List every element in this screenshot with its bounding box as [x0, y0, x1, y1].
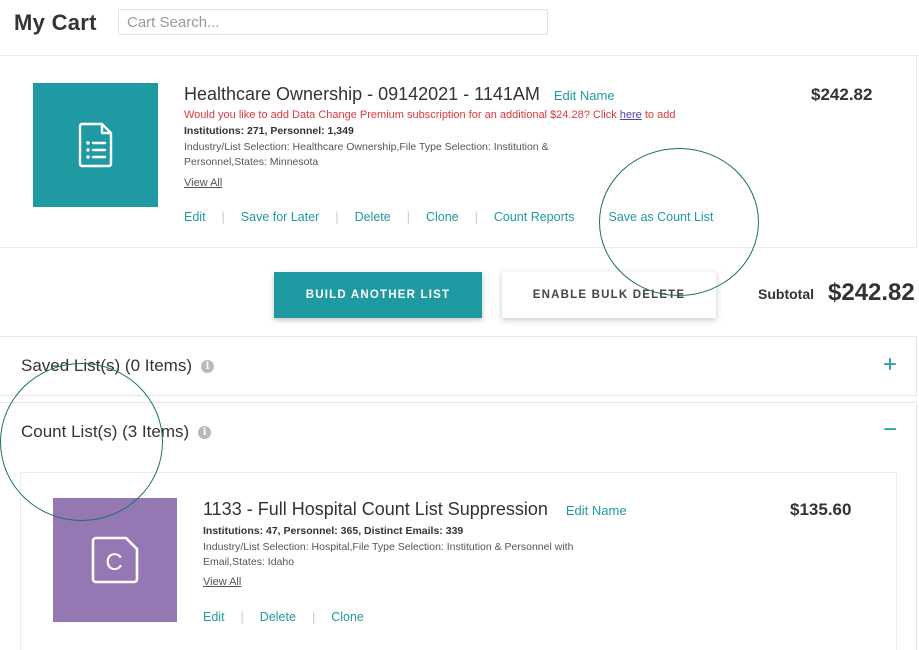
separator: | [311, 610, 316, 624]
enable-bulk-delete-button[interactable]: ENABLE BULK DELETE [502, 272, 716, 318]
edit-link[interactable]: Edit [203, 610, 225, 624]
count-reports-link[interactable]: Count Reports [494, 210, 575, 224]
cart-item-price: $242.82 [811, 85, 873, 104]
count-item-title: 1133 - Full Hospital Count List Suppress… [203, 499, 627, 520]
count-list-c-icon: C [91, 536, 139, 584]
cart-item-title-text: Healthcare Ownership - 09142021 - 1141AM [184, 84, 540, 104]
count-lists-heading[interactable]: Count List(s) (3 Items) i [21, 422, 212, 442]
separator: | [335, 210, 339, 224]
cart-item-actions: Edit | Save for Later | Delete | Clone |… [184, 210, 713, 224]
view-all-link[interactable]: View All [184, 177, 222, 189]
count-lists-title: Count List(s) (3 Items) [21, 422, 190, 441]
clone-link[interactable]: Clone [426, 210, 459, 224]
separator: | [406, 210, 410, 224]
build-another-list-button[interactable]: BUILD ANOTHER LIST [274, 272, 482, 318]
promo-here-link[interactable]: here [620, 109, 642, 121]
edit-link[interactable]: Edit [184, 210, 206, 224]
saved-lists-section[interactable]: Saved List(s) (0 Items) i + [0, 336, 917, 396]
save-for-later-link[interactable]: Save for Later [241, 210, 320, 224]
edit-name-link[interactable]: Edit Name [566, 503, 627, 518]
collapse-minus-icon[interactable]: − [883, 418, 897, 442]
info-icon[interactable]: i [201, 359, 214, 373]
count-item-thumbnail: C [53, 498, 177, 622]
view-all-link[interactable]: View All [203, 576, 241, 588]
count-item-price: $135.60 [790, 500, 852, 519]
premium-promo: Would you like to add Data Change Premiu… [184, 109, 675, 121]
delete-link[interactable]: Delete [355, 210, 391, 224]
count-item-title-text: 1133 - Full Hospital Count List Suppress… [203, 499, 548, 519]
subtotal-label: Subtotal [758, 286, 814, 302]
clone-link[interactable]: Clone [331, 610, 364, 624]
promo-suffix: to add [641, 109, 676, 121]
edit-name-link[interactable]: Edit Name [554, 88, 615, 103]
separator: | [240, 610, 244, 624]
info-icon[interactable]: i [198, 425, 212, 439]
saved-lists-heading: Saved List(s) (0 Items) i [21, 356, 214, 376]
count-item-actions: Edit | Delete | Clone [203, 610, 364, 624]
count-item-counts: Institutions: 47, Personnel: 365, Distin… [203, 525, 464, 537]
cart-item-details: Industry/List Selection: Healthcare Owne… [184, 141, 549, 168]
saved-lists-title: Saved List(s) (0 Items) [21, 356, 192, 375]
cart-item-counts: Institutions: 271, Personnel: 1,349 [184, 125, 354, 137]
separator: | [221, 210, 225, 224]
save-as-count-list-link[interactable]: Save as Count List [608, 210, 713, 224]
delete-link[interactable]: Delete [260, 610, 296, 624]
count-icon-letter: C [105, 549, 122, 576]
cart-header: My Cart [0, 0, 919, 56]
expand-plus-icon[interactable]: + [883, 353, 897, 377]
cart-item-thumbnail [33, 83, 158, 207]
document-list-icon [78, 122, 112, 168]
page-title: My Cart [14, 10, 97, 35]
subtotal-value: $242.82 [828, 279, 915, 306]
count-item-details: Industry/List Selection: Hospital,File T… [203, 541, 574, 568]
separator: | [474, 210, 478, 224]
promo-text: Would you like to add Data Change Premiu… [184, 109, 620, 121]
cart-search-input[interactable] [118, 9, 548, 35]
cart-item-title: Healthcare Ownership - 09142021 - 1141AM… [184, 84, 615, 105]
